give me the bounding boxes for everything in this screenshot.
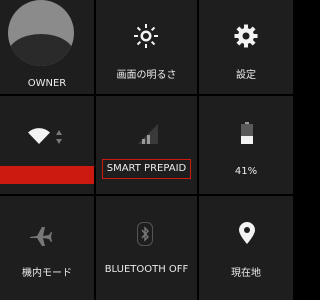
location-tile[interactable]: 現在地 <box>199 196 293 300</box>
bluetooth-icon <box>137 222 153 246</box>
carrier-label: SMART PREPAID <box>106 163 187 174</box>
mobile-data-tile[interactable]: SMART PREPAID <box>96 96 197 194</box>
bluetooth-tile[interactable]: BLUETOOTH OFF <box>96 196 197 300</box>
battery-tile[interactable]: 41% <box>199 96 293 194</box>
signal-bars-icon <box>138 124 158 144</box>
wifi-icon <box>28 128 50 144</box>
wifi-status-bar <box>0 166 94 184</box>
airplane-mode-label: 機内モード <box>22 268 72 279</box>
location-pin-icon <box>239 222 255 244</box>
battery-icon <box>241 122 253 144</box>
settings-label: 設定 <box>236 70 256 81</box>
owner-label: OWNER <box>27 78 67 89</box>
gear-icon <box>234 24 258 48</box>
location-label: 現在地 <box>231 268 261 279</box>
owner-tile[interactable]: OWNER <box>0 0 94 94</box>
brightness-tile[interactable]: 画面の明るさ <box>96 0 197 94</box>
bluetooth-label: BLUETOOTH OFF <box>104 264 189 275</box>
airplane-icon <box>30 227 52 246</box>
settings-tile[interactable]: 設定 <box>199 0 293 94</box>
airplane-mode-tile[interactable]: 機内モード <box>0 196 94 300</box>
wifi-tile[interactable] <box>0 96 94 194</box>
carrier-label-box: SMART PREPAID <box>102 159 191 179</box>
wifi-activity-arrows-icon <box>56 130 62 144</box>
brightness-label: 画面の明るさ <box>116 70 177 81</box>
user-avatar-icon <box>8 0 74 66</box>
brightness-sun-icon <box>134 24 158 48</box>
battery-level-label: 41% <box>234 166 258 177</box>
